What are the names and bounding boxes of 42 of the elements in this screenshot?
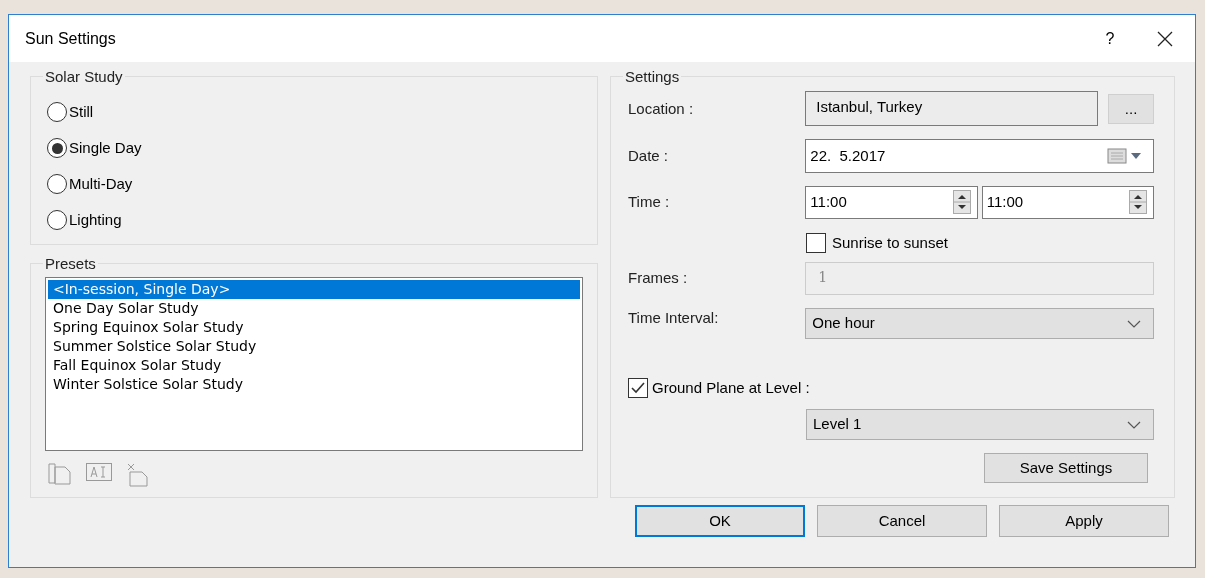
location-field: Istanbul, Turkey: [805, 91, 1099, 126]
radio-button[interactable]: [47, 138, 67, 158]
window-title: Sun Settings: [25, 28, 117, 49]
date-field[interactable]: 22. 5.2017: [805, 139, 1154, 173]
radio-button[interactable]: [47, 174, 67, 194]
preset-item[interactable]: Winter Solstice Solar Study: [48, 375, 580, 394]
frames-label: Frames :: [628, 268, 689, 289]
spin-arrows-icon[interactable]: [952, 190, 971, 214]
level-dropdown[interactable]: Level 1: [806, 409, 1154, 440]
dialog-button[interactable]: Cancel: [817, 505, 987, 537]
date-label: Date :: [628, 145, 670, 166]
browse-button[interactable]: ...: [1108, 94, 1154, 124]
radio-button[interactable]: [47, 102, 67, 122]
preset-item[interactable]: Fall Equinox Solar Study: [48, 356, 580, 375]
calendar-icon[interactable]: [1107, 148, 1143, 164]
help-button[interactable]: ?: [1085, 18, 1135, 59]
time-field[interactable]: 11:00: [805, 185, 978, 219]
preset-item[interactable]: <In-session, Single Day>: [48, 280, 580, 299]
sunrise-label: Sunrise to sunset: [832, 232, 948, 253]
chevron-down-icon: [1127, 319, 1141, 328]
radio-button[interactable]: [47, 210, 67, 230]
radio-option[interactable]: Still: [47, 101, 597, 123]
time-interval-dropdown[interactable]: One hour: [805, 308, 1154, 339]
close-icon: [1157, 30, 1173, 47]
dialog-button[interactable]: Apply: [999, 505, 1169, 537]
dialog-button[interactable]: OK: [635, 505, 805, 537]
radio-option[interactable]: Single Day: [47, 137, 597, 159]
sunrise-checkbox[interactable]: [806, 233, 826, 253]
spin-arrows-icon[interactable]: [1129, 190, 1147, 214]
radio-option[interactable]: Multi-Day: [47, 173, 597, 195]
location-label: Location :: [628, 98, 695, 119]
preset-item[interactable]: Spring Equinox Solar Study: [48, 318, 580, 337]
ground-plane-label: Ground Plane at Level :: [652, 377, 810, 398]
time-interval-label: Time Interval:: [628, 308, 720, 328]
preset-item[interactable]: Summer Solstice Solar Study: [48, 337, 580, 356]
time-label: Time :: [628, 191, 671, 212]
preset-item[interactable]: One Day Solar Study: [48, 299, 580, 318]
time-field[interactable]: 11:00: [981, 185, 1154, 219]
chevron-down-icon: [1127, 420, 1141, 429]
radio-option[interactable]: Lighting: [47, 209, 597, 231]
save-settings-button[interactable]: Save Settings: [984, 453, 1148, 483]
ground-plane-checkbox[interactable]: [628, 378, 648, 398]
